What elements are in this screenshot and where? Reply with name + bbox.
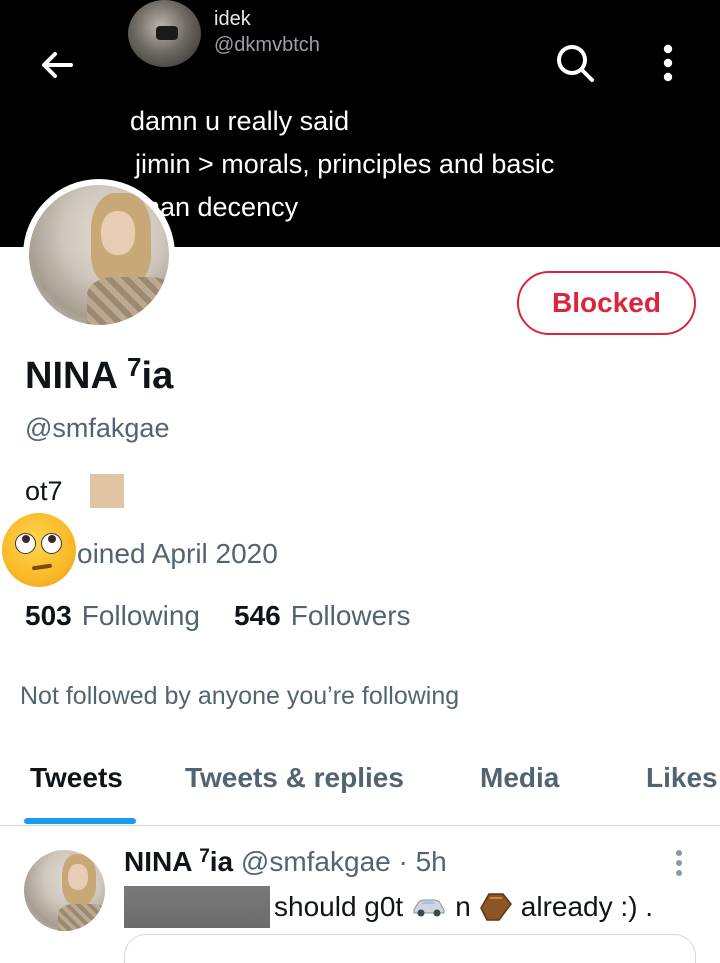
blocked-button[interactable]: Blocked xyxy=(517,271,696,335)
skin-tone-swatch-icon xyxy=(89,474,124,508)
banner-text-line: jimin > morals, principles and basic xyxy=(135,149,555,179)
active-tab-indicator xyxy=(24,818,136,824)
tab-media[interactable]: Media xyxy=(480,762,559,794)
profile-bio: ot7 xyxy=(25,474,124,508)
tweet-text: should g0t n already :) . xyxy=(124,884,653,930)
profile-tabs: Tweets Tweets & replies Media Likes xyxy=(0,740,720,826)
profile-joined-date: oined April 2020 xyxy=(77,538,278,569)
not-followed-note: Not followed by anyone you’re following xyxy=(20,682,460,710)
more-vertical-icon xyxy=(663,44,673,82)
quoted-tweet-card[interactable] xyxy=(124,934,696,963)
arrow-left-icon xyxy=(42,52,73,78)
tweet-author-name[interactable]: NINA 7ia xyxy=(124,846,233,877)
profile-avatar-image xyxy=(29,185,169,325)
search-icon xyxy=(557,45,594,82)
banner-tweet-avatar xyxy=(128,0,201,67)
tweet-more-button[interactable] xyxy=(664,846,694,880)
banner-text-line: ıman decency xyxy=(130,192,299,222)
follow-stats: 503 Following 546 Followers xyxy=(25,600,411,632)
tweet-header: NINA 7ia @smfakgae · 5h xyxy=(124,846,447,878)
banner-text-line: damn u really said xyxy=(130,106,350,136)
more-vertical-icon xyxy=(676,850,682,876)
tab-likes[interactable]: Likes xyxy=(646,762,718,794)
car-icon xyxy=(413,899,445,917)
profile-display-name: NINA 7ia xyxy=(25,352,174,397)
banner-tweet-handle: @dkmvbtch xyxy=(214,34,320,56)
tweet-meta: @smfakgae · 5h xyxy=(233,846,447,877)
more-options-button[interactable] xyxy=(646,38,690,88)
tab-tweets[interactable]: Tweets xyxy=(30,762,123,794)
back-button[interactable] xyxy=(34,42,80,88)
banner-tweet-name: idek xyxy=(214,8,251,30)
profile-handle: @smfakgae xyxy=(25,413,170,443)
tweet-avatar[interactable] xyxy=(24,850,105,931)
tab-tweets-replies[interactable]: Tweets & replies xyxy=(185,762,404,794)
face-with-rolling-eyes-icon xyxy=(2,513,76,587)
following-link[interactable]: 503 Following xyxy=(25,600,200,632)
banner-tweet-text: damn u really said jimin > morals, princ… xyxy=(130,100,690,229)
profile-avatar[interactable] xyxy=(23,179,175,331)
search-button[interactable] xyxy=(550,38,600,88)
bio-text: ot7 xyxy=(25,475,63,506)
followers-link[interactable]: 546 Followers xyxy=(234,600,411,632)
redacted-block xyxy=(124,886,270,928)
coffin-icon xyxy=(479,893,512,921)
